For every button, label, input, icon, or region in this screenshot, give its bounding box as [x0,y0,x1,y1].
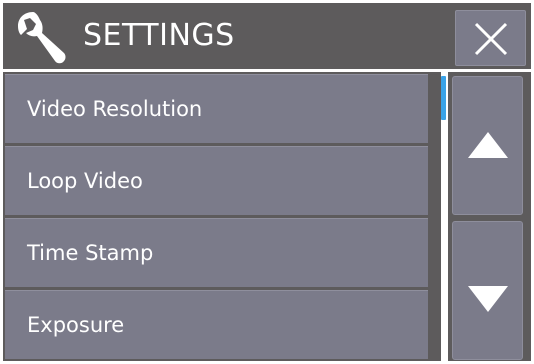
list-item-loop-video[interactable]: Loop Video [5,146,428,215]
scroll-up-button[interactable] [452,76,523,215]
wrench-icon [18,12,66,64]
list-item-label: Loop Video [27,169,143,193]
list-item-label: Video Resolution [27,97,203,121]
list-item-label: Time Stamp [27,241,154,265]
list-item-label: Exposure [27,313,125,337]
settings-screen: SETTINGS Video Resolution Loop Video Tim… [0,0,534,364]
header-bar: SETTINGS [3,3,531,69]
close-button[interactable] [455,10,526,66]
triangle-up-icon [468,132,508,158]
triangle-down-icon [468,286,508,312]
list-item-video-resolution[interactable]: Video Resolution [5,74,428,143]
list-item-exposure[interactable]: Exposure [5,290,428,359]
list-item-time-stamp[interactable]: Time Stamp [5,218,428,287]
scrollbar-thumb[interactable] [441,76,446,120]
page-title: SETTINGS [83,18,235,53]
settings-list: Video Resolution Loop Video Time Stamp E… [3,72,441,361]
scroll-down-button[interactable] [452,221,523,360]
close-icon [474,22,508,56]
